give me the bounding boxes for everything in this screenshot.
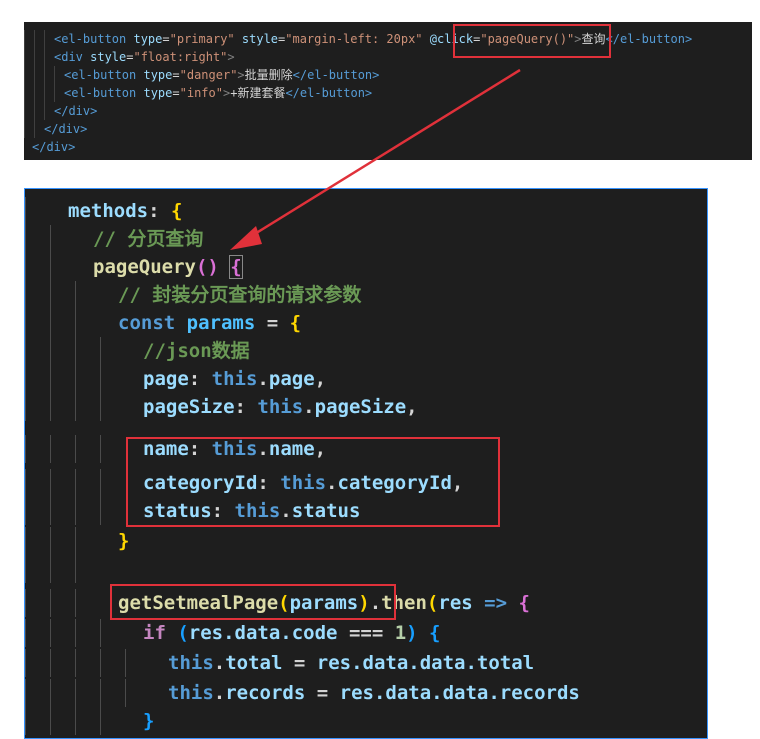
- code-line: page: this.page,: [25, 365, 326, 393]
- code-line: <el-button type="primary" style="margin-…: [24, 30, 692, 48]
- code-line: this.total = res.data.data.total: [25, 649, 534, 677]
- code-line: <div style="float:right">: [24, 48, 235, 66]
- code-line: name: this.name,: [25, 435, 326, 463]
- code-line: categoryId: this.categoryId,: [25, 469, 463, 497]
- code-line: [25, 555, 100, 583]
- code-line: getSetmealPage(params).then(res => {: [25, 589, 530, 617]
- code-line: if (res.data.code === 1) {: [25, 619, 441, 647]
- methods-code-panel: methods: { // 分页查询 pageQuery() { // 封装分页…: [24, 188, 708, 739]
- code-line: }: [25, 527, 129, 555]
- code-line: <el-button type="info">+新建套餐</el-button>: [24, 84, 372, 102]
- code-line: </div>: [32, 140, 76, 154]
- code-line: <el-button type="danger">批量删除</el-button…: [24, 66, 379, 84]
- code-line: </div>: [24, 120, 87, 138]
- code-line: // 分页查询: [25, 225, 203, 253]
- code-line: pageQuery() {: [25, 253, 243, 281]
- code-line: // 封装分页查询的请求参数: [25, 281, 361, 309]
- code-line: //json数据: [25, 337, 250, 365]
- code-line: pageSize: this.pageSize,: [25, 393, 418, 421]
- code-line: const params = {: [25, 309, 301, 337]
- template-code-panel: <el-button type="primary" style="margin-…: [24, 22, 752, 160]
- code-line: methods: {: [25, 197, 182, 225]
- code-line: }: [25, 707, 154, 735]
- code-line: </div>: [24, 102, 97, 120]
- code-line: status: this.status: [25, 497, 360, 525]
- code-line: this.records = res.data.data.records: [25, 679, 580, 707]
